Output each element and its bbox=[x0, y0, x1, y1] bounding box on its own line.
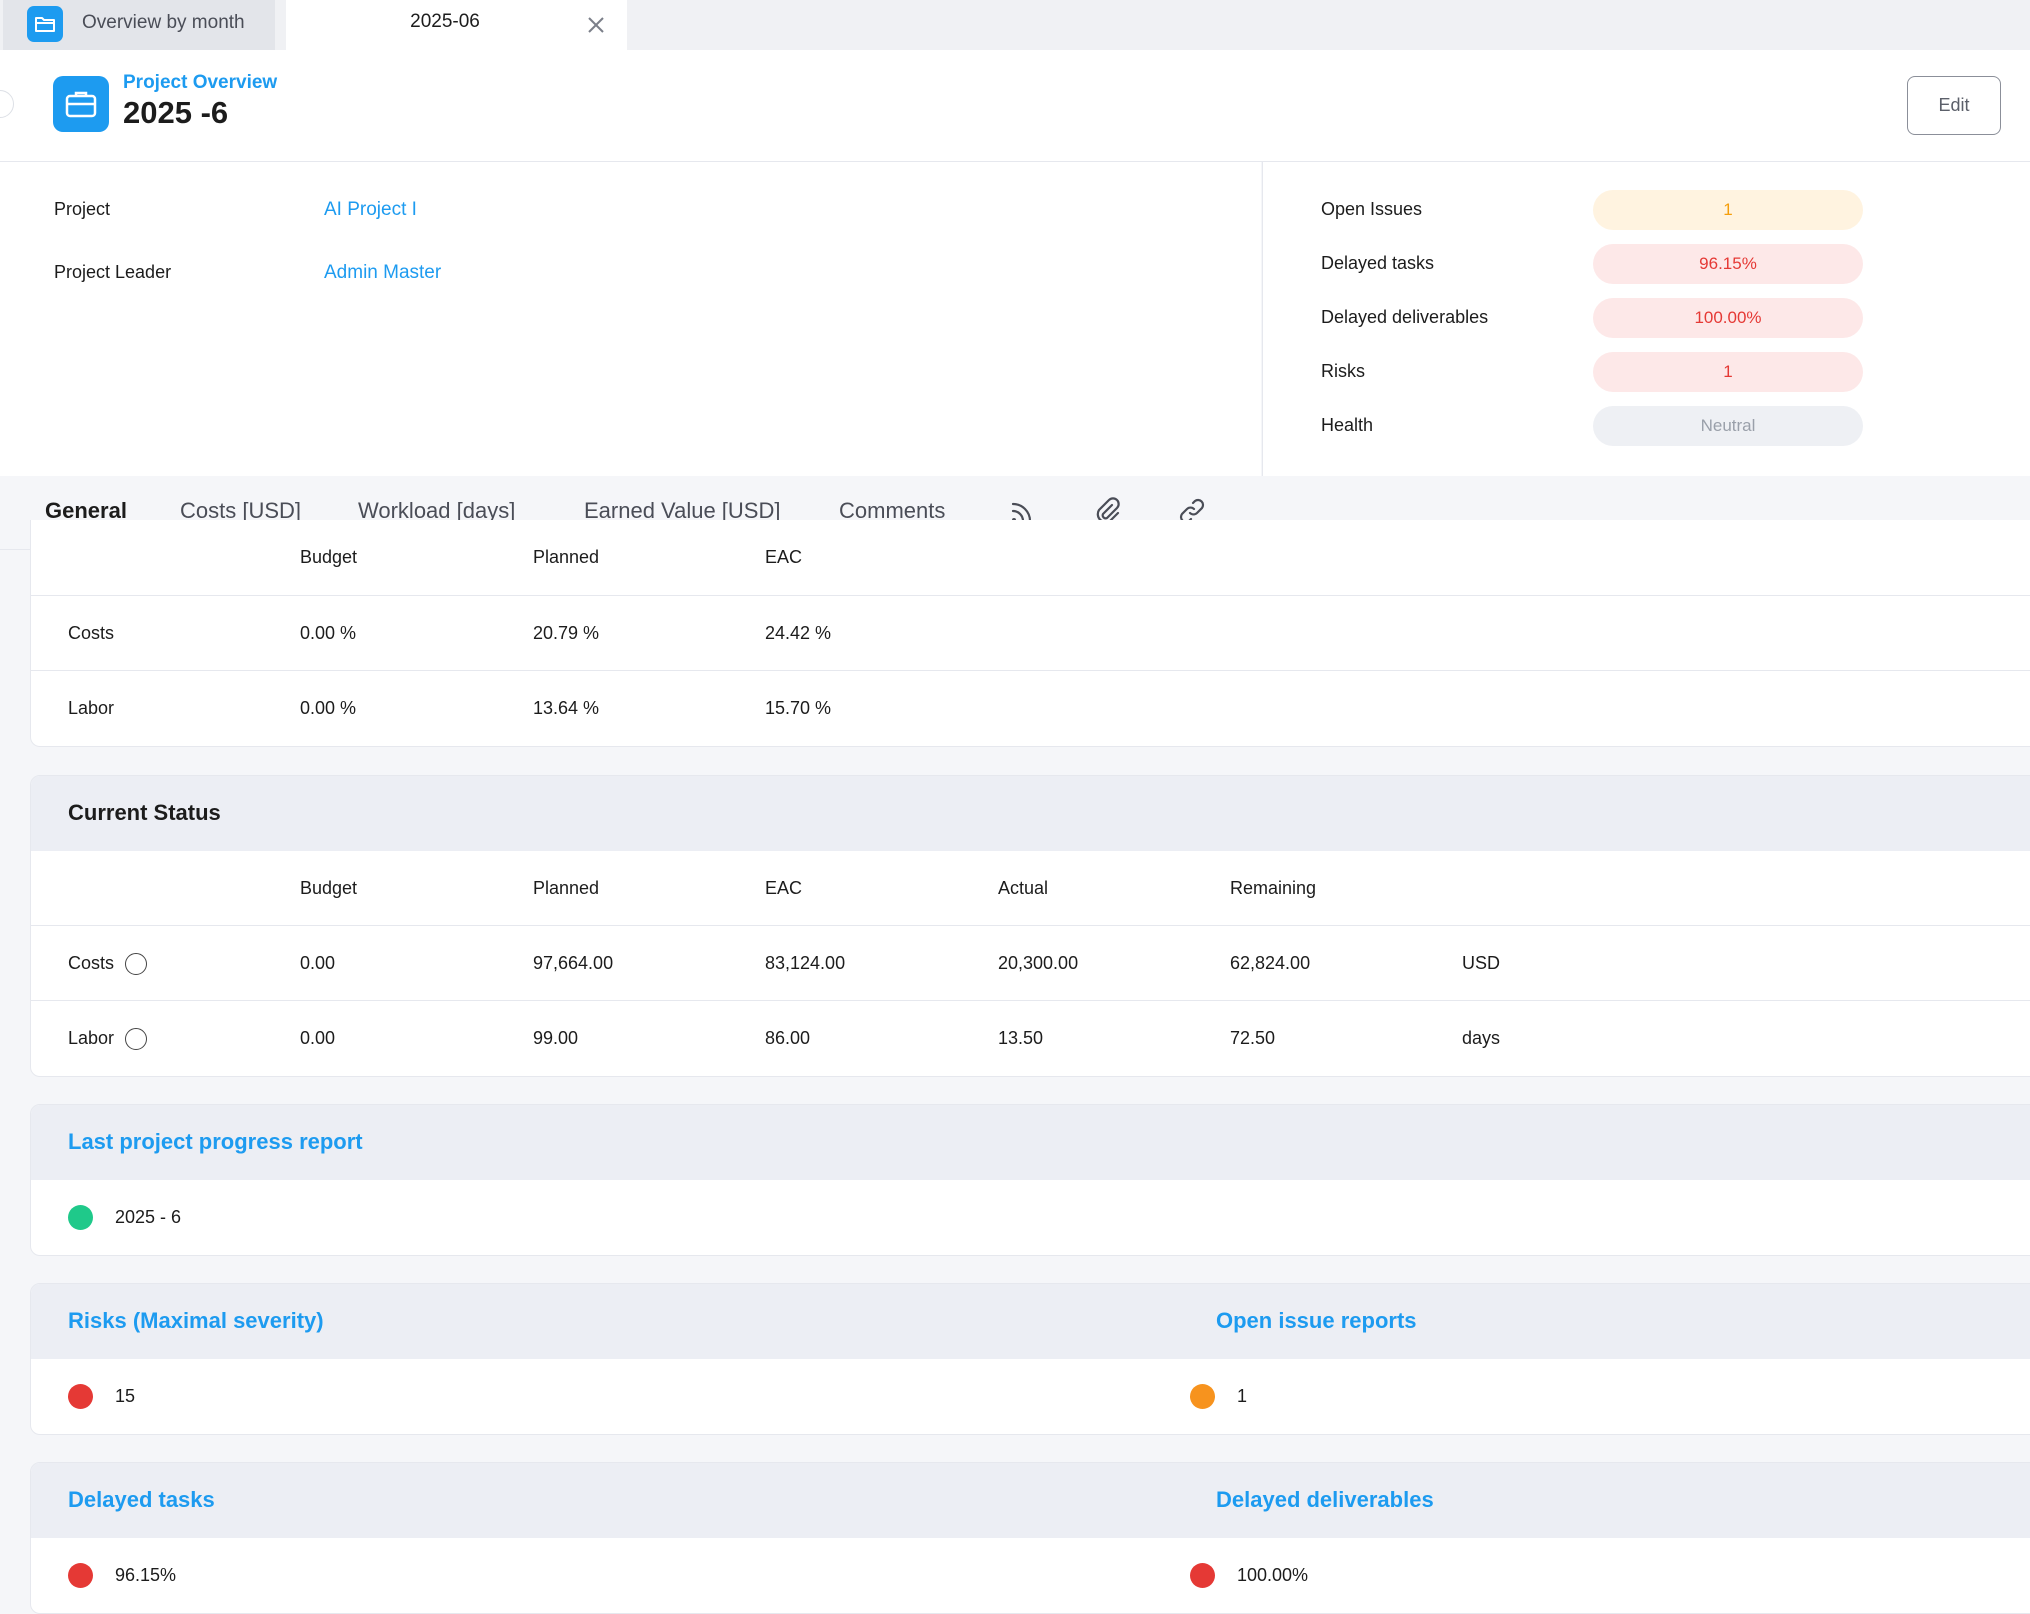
status-header-row: Budget Planned EAC Actual Remaining bbox=[31, 851, 2030, 926]
percent-card: Budget Planned EAC Costs 0.00 % 20.79 % … bbox=[30, 520, 2030, 747]
cell-actual: 20,300.00 bbox=[998, 953, 1079, 973]
current-status-card: Current Status Budget Planned EAC Actual… bbox=[30, 775, 2030, 1077]
cell-planned: 99.00 bbox=[533, 1028, 579, 1048]
row-label: Costs bbox=[68, 953, 115, 973]
col-eac: EAC bbox=[765, 878, 803, 898]
page-subtitle: Project Overview bbox=[123, 72, 278, 93]
cell-eac: 24.42 % bbox=[765, 623, 832, 643]
status-dot-green-icon bbox=[68, 1205, 93, 1230]
project-leader-label: Project Leader bbox=[54, 262, 172, 282]
open-issues-title[interactable]: Open issue reports bbox=[1216, 1308, 1417, 1334]
kpi-panel: Open Issues 1 Delayed tasks 96.15% Delay… bbox=[1262, 162, 2030, 476]
row-label: Labor bbox=[68, 1028, 115, 1048]
kpi-badge-delayed-tasks: 96.15% bbox=[1593, 244, 1863, 284]
close-icon[interactable] bbox=[583, 12, 609, 38]
page-title: 2025 -6 bbox=[123, 95, 229, 130]
sidebar-toggle[interactable] bbox=[0, 90, 14, 118]
progress-report-value: 2025 - 6 bbox=[115, 1207, 182, 1227]
col-budget: Budget bbox=[300, 547, 358, 567]
percent-header-row: Budget Planned EAC bbox=[31, 520, 2030, 596]
col-remaining: Remaining bbox=[1230, 878, 1317, 898]
tab-overview-by-month[interactable]: Overview by month bbox=[3, 0, 275, 50]
project-info-panel: Project AI Project I Project Leader Admi… bbox=[0, 162, 1261, 476]
status-circle-icon[interactable] bbox=[125, 953, 147, 975]
kpi-label-open-issues: Open Issues bbox=[1321, 199, 1423, 219]
window-tab-strip: Overview by month 2025-06 bbox=[0, 0, 2030, 50]
row-label: Costs bbox=[68, 623, 115, 643]
table-row: Costs 0.00 97,664.00 83,124.00 20,300.00… bbox=[31, 926, 2030, 1001]
progress-report-title[interactable]: Last project progress report bbox=[68, 1129, 363, 1155]
delayed-header: Delayed tasks Delayed deliverables bbox=[31, 1463, 2030, 1538]
risks-value: 15 bbox=[115, 1386, 136, 1406]
kpi-label-delayed-deliverables: Delayed deliverables bbox=[1321, 307, 1489, 327]
row-label: Labor bbox=[68, 698, 115, 718]
kpi-label-health: Health bbox=[1321, 415, 1374, 435]
cell-planned: 13.64 % bbox=[533, 698, 600, 718]
cell-remaining: 72.50 bbox=[1230, 1028, 1276, 1048]
page-header: Project Overview 2025 -6 Edit bbox=[0, 50, 2030, 162]
kpi-label-delayed-tasks: Delayed tasks bbox=[1321, 253, 1435, 273]
col-actual: Actual bbox=[998, 878, 1049, 898]
project-link[interactable]: AI Project I bbox=[324, 199, 417, 221]
current-status-title: Current Status bbox=[68, 800, 221, 825]
tab-overview-label: Overview by month bbox=[82, 12, 245, 33]
cell-eac: 86.00 bbox=[765, 1028, 811, 1048]
cell-budget: 0.00 bbox=[300, 953, 336, 973]
tab-active-label: 2025-06 bbox=[410, 11, 480, 32]
delayed-deliverables-title[interactable]: Delayed deliverables bbox=[1216, 1487, 1434, 1513]
cell-actual: 13.50 bbox=[998, 1028, 1044, 1048]
open-issues-value: 1 bbox=[1237, 1386, 1248, 1406]
list-item[interactable]: 2025 - 6 bbox=[31, 1180, 2030, 1255]
risks-title[interactable]: Risks (Maximal severity) bbox=[68, 1308, 324, 1334]
delayed-card: Delayed tasks Delayed deliverables 96.15… bbox=[30, 1462, 2030, 1614]
kpi-badge-open-issues: 1 bbox=[1593, 190, 1863, 230]
col-planned: Planned bbox=[533, 547, 600, 567]
cell-remaining: 62,824.00 bbox=[1230, 953, 1311, 973]
tab-2025-06[interactable]: 2025-06 bbox=[286, 0, 627, 50]
folder-icon bbox=[27, 6, 63, 42]
table-row: Labor 0.00 % 13.64 % 15.70 % bbox=[31, 671, 2030, 746]
kpi-label-risks: Risks bbox=[1321, 361, 1365, 381]
risks-issues-card: Risks (Maximal severity) Open issue repo… bbox=[30, 1283, 2030, 1435]
cell-planned: 20.79 % bbox=[533, 623, 600, 643]
status-circle-icon[interactable] bbox=[125, 1028, 147, 1050]
delayed-tasks-title[interactable]: Delayed tasks bbox=[68, 1487, 215, 1513]
project-label: Project bbox=[54, 199, 111, 219]
progress-report-card: Last project progress report 2025 - 6 bbox=[30, 1104, 2030, 1256]
kpi-badge-delayed-deliverables: 100.00% bbox=[1593, 298, 1863, 338]
project-leader-link[interactable]: Admin Master bbox=[324, 262, 441, 284]
cell-eac: 83,124.00 bbox=[765, 953, 846, 973]
kpi-badge-risks: 1 bbox=[1593, 352, 1863, 392]
cell-budget: 0.00 % bbox=[300, 623, 357, 643]
status-dot-red-icon bbox=[68, 1384, 93, 1409]
list-item: 15 1 bbox=[31, 1359, 2030, 1434]
edit-button[interactable]: Edit bbox=[1907, 76, 2001, 135]
risks-issues-header: Risks (Maximal severity) Open issue repo… bbox=[31, 1284, 2030, 1359]
cell-budget: 0.00 % bbox=[300, 698, 357, 718]
status-dot-orange-icon bbox=[1190, 1384, 1215, 1409]
briefcase-icon bbox=[53, 76, 109, 132]
cell-planned: 97,664.00 bbox=[533, 953, 614, 973]
progress-report-header: Last project progress report bbox=[31, 1105, 2030, 1180]
current-status-header: Current Status bbox=[31, 776, 2030, 851]
col-planned: Planned bbox=[533, 878, 600, 898]
kpi-badge-health: Neutral bbox=[1593, 406, 1863, 446]
cell-budget: 0.00 bbox=[300, 1028, 336, 1048]
cell-eac: 15.70 % bbox=[765, 698, 832, 718]
cell-unit: USD bbox=[1462, 953, 1501, 973]
table-row: Labor 0.00 99.00 86.00 13.50 72.50 days bbox=[31, 1001, 2030, 1076]
table-row: Costs 0.00 % 20.79 % 24.42 % bbox=[31, 596, 2030, 671]
col-eac: EAC bbox=[765, 547, 803, 567]
cell-unit: days bbox=[1462, 1028, 1501, 1048]
col-budget: Budget bbox=[300, 878, 358, 898]
